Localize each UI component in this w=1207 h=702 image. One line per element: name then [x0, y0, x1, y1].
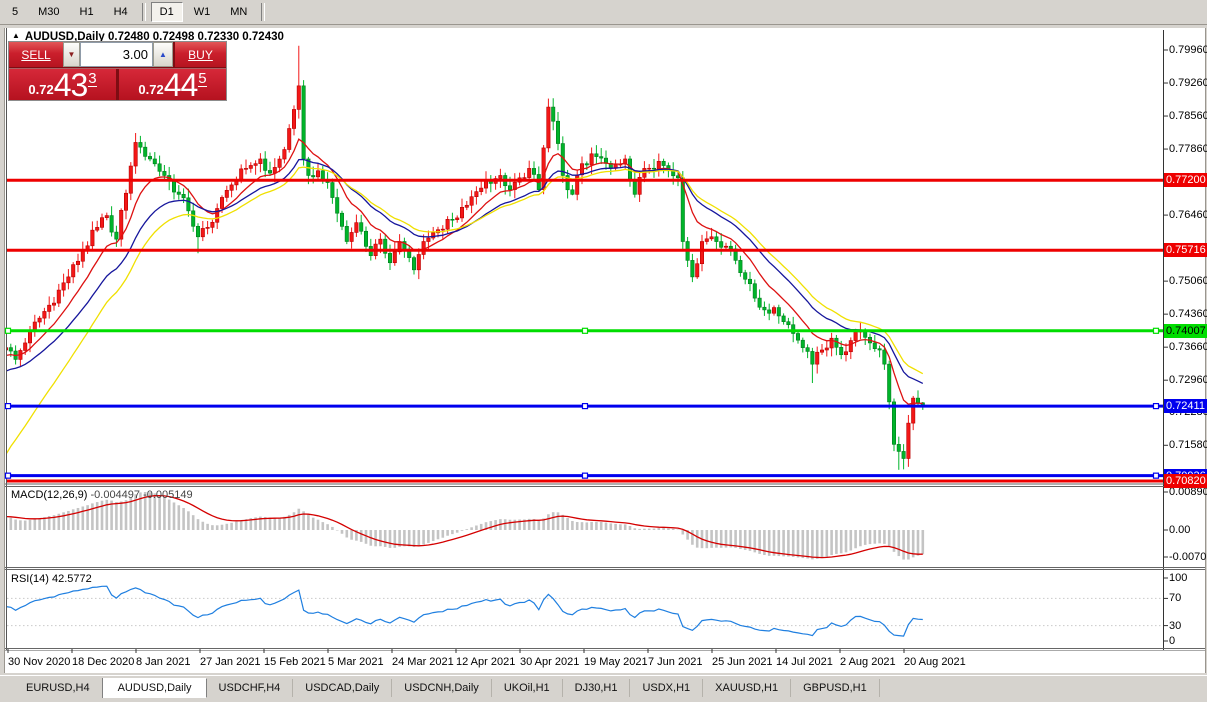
macd-label: MACD(12,26,9) -0.004497 -0.005149	[11, 489, 193, 501]
price-tick-label: 0.77860	[1169, 143, 1207, 156]
triangle-down-icon: ▼	[67, 50, 76, 59]
timeframe-button-m5[interactable]: 5	[3, 2, 27, 22]
rsi-scale-label: 0	[1169, 635, 1176, 647]
line-price-badge: 0.74007	[1164, 323, 1207, 338]
price-tick-label: 0.78560	[1169, 110, 1207, 123]
timeframe-button-d1[interactable]: D1	[150, 2, 183, 22]
date-tick-label: 18 Dec 2020	[72, 656, 135, 668]
timeframe-button-h1[interactable]: H1	[71, 2, 103, 22]
tab-dj30-h1[interactable]: DJ30,H1	[563, 679, 631, 697]
sell-button[interactable]: SELL	[9, 42, 63, 67]
tab-usdcad-daily[interactable]: USDCAD,Daily	[293, 679, 393, 697]
rsi-scale-label: 70	[1169, 592, 1182, 605]
date-tick-label: 7 Jun 2021	[648, 656, 703, 668]
terminal-window: 5 M30 H1 H4 D1 W1 MN ▲ AUDUSD,Daily 0.724…	[0, 0, 1207, 702]
timeframe-button-m30[interactable]: M30	[29, 2, 68, 22]
line-price-badge: 0.75716	[1164, 243, 1207, 258]
date-tick-label: 24 Mar 2021	[392, 656, 454, 668]
macd-scale-label: -0.007011	[1169, 551, 1207, 563]
sell-price-fraction: 3	[88, 70, 97, 87]
line-price-badge: 0.72411	[1164, 399, 1207, 414]
tab-usdchf-h4[interactable]: USDCHF,H4	[207, 679, 294, 697]
buy-price-fraction: 5	[198, 70, 207, 87]
date-tick-label: 20 Aug 2021	[904, 656, 966, 668]
tab-usdcnh-daily[interactable]: USDCNH,Daily	[392, 679, 492, 697]
price-tick-label: 0.73660	[1169, 341, 1207, 354]
volume-decrease-button[interactable]: ▼	[63, 42, 80, 67]
tab-xauusd-h1[interactable]: XAUUSD,H1	[703, 679, 792, 697]
rsi-scale-label: 100	[1169, 572, 1188, 584]
rsi-name-value: RSI(14) 42.5772	[11, 573, 92, 585]
price-tick-label: 0.79960	[1169, 44, 1207, 56]
buy-button[interactable]: BUY	[175, 42, 226, 67]
timeframe-button-mn[interactable]: MN	[221, 2, 256, 22]
price-tick-label: 0.74360	[1169, 308, 1207, 321]
date-tick-label: 27 Jan 2021	[200, 656, 261, 668]
line-price-badge: 0.70820	[1164, 474, 1207, 488]
sell-price-big-digits: 43	[53, 66, 89, 103]
toolbar-separator	[261, 3, 266, 21]
price-tick-label: 0.72960	[1169, 374, 1207, 387]
timeframe-button-h4[interactable]: H4	[105, 2, 137, 22]
price-tick-label: 0.79260	[1169, 77, 1207, 90]
macd-name: MACD(12,26,9)	[11, 489, 88, 501]
macd-scale-label: 0.00	[1169, 524, 1191, 536]
rsi-scale-label: 30	[1169, 619, 1182, 632]
buy-price-display[interactable]: 0.72 44 5	[119, 66, 226, 103]
price-tick-label: 0.75060	[1169, 275, 1207, 288]
date-tick-label: 15 Feb 2021	[264, 656, 326, 668]
tab-eurusd-h4[interactable]: EURUSD,H4	[14, 679, 103, 697]
date-tick-label: 5 Mar 2021	[328, 656, 384, 668]
price-tick-label: 0.76460	[1169, 209, 1207, 222]
oneclick-toggle-icon[interactable]: ▲	[12, 31, 20, 40]
line-price-badge: 0.77200	[1164, 173, 1207, 188]
timeframe-toolbar: 5 M30 H1 H4 D1 W1 MN	[0, 0, 1207, 25]
volume-input[interactable]	[80, 42, 153, 67]
buy-price-prefix: 0.72	[138, 82, 164, 97]
sell-price-display[interactable]: 0.72 43 3	[9, 66, 116, 103]
date-tick-label: 19 May 2021	[584, 656, 648, 668]
date-tick-label: 2 Aug 2021	[840, 656, 896, 668]
one-click-trading-panel: SELL ▼ ▲ BUY 0.72433 0.72445	[8, 41, 227, 101]
chart-tab-bar: EURUSD,H4 AUDUSD,Daily USDCHF,H4 USDCAD,…	[0, 675, 1207, 702]
date-tick-label: 30 Apr 2021	[520, 656, 580, 668]
tab-audusd-daily[interactable]: AUDUSD,Daily	[102, 678, 207, 698]
tab-ukoil-h1[interactable]: UKOil,H1	[492, 679, 563, 697]
macd-current-values: -0.004497 -0.005149	[90, 489, 193, 501]
sell-price-prefix: 0.72	[28, 82, 54, 97]
price-tick-label: 0.71580	[1169, 439, 1207, 452]
rsi-label: RSI(14) 42.5772	[11, 573, 92, 585]
tab-gbpusd-h1[interactable]: GBPUSD,H1	[791, 679, 880, 697]
date-tick-label: 14 Jul 2021	[776, 656, 833, 668]
date-tick-label: 25 Jun 2021	[712, 656, 773, 668]
date-tick-label: 8 Jan 2021	[136, 656, 191, 668]
date-tick-label: 12 Apr 2021	[456, 656, 516, 668]
timeframe-button-w1[interactable]: W1	[185, 2, 220, 22]
toolbar-separator	[141, 3, 146, 21]
tab-usdx-h1[interactable]: USDX,H1	[630, 679, 704, 697]
volume-increase-button[interactable]: ▲	[153, 42, 173, 67]
buy-price-big-digits: 44	[163, 66, 199, 103]
triangle-up-icon: ▲	[159, 50, 167, 59]
date-tick-label: 30 Nov 2020	[8, 656, 71, 668]
